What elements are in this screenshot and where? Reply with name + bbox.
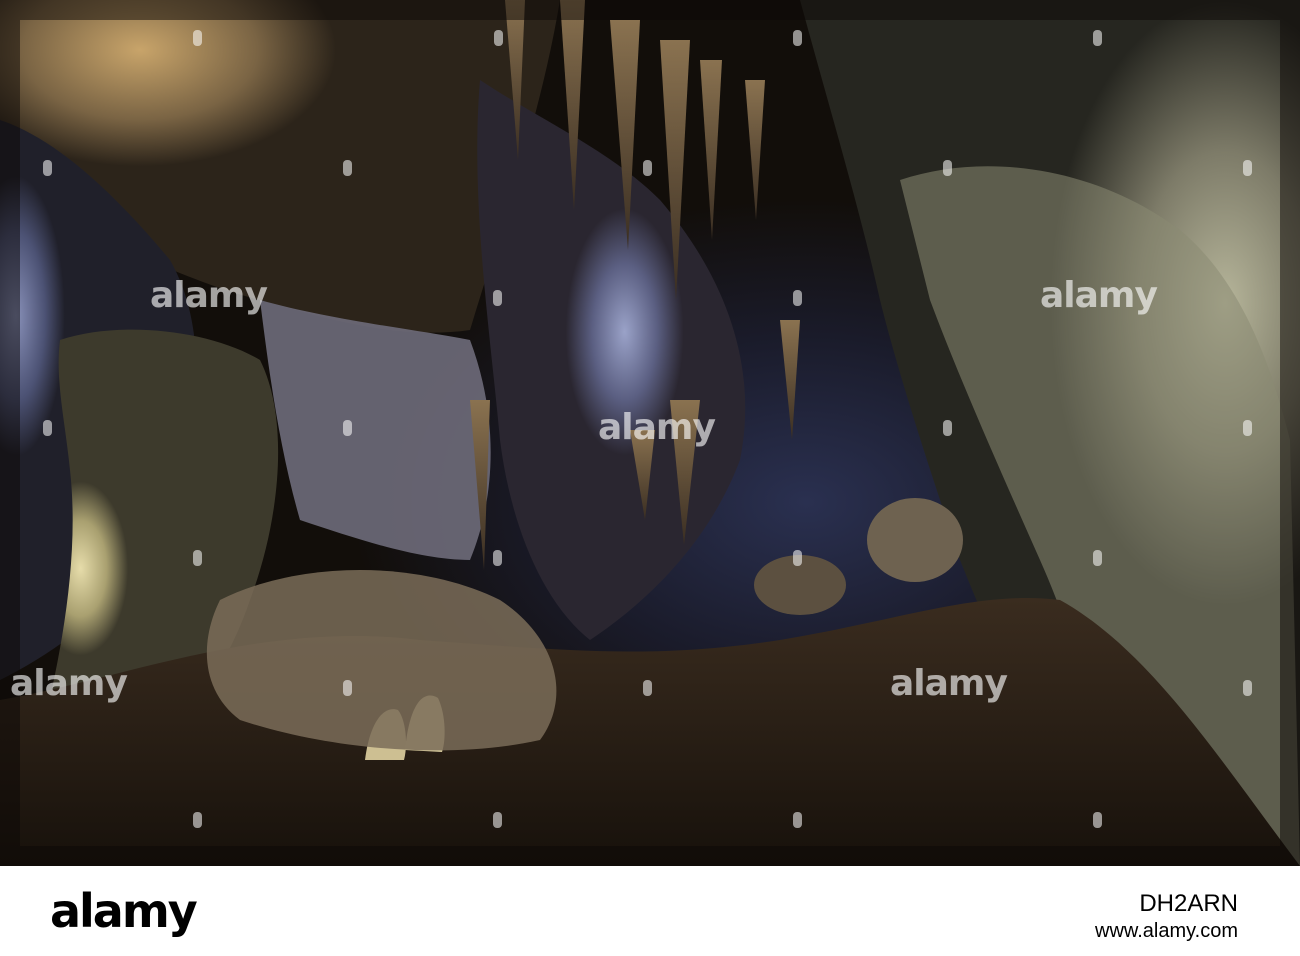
stock-photo-page: alamy alamy alamy alamy alamy alamy alam… <box>0 0 1300 956</box>
cave-photograph: alamy alamy alamy alamy alamy alamy alam… <box>0 0 1300 866</box>
alamy-logo: alamy <box>50 884 198 938</box>
cave-scene <box>0 0 1300 866</box>
boulder <box>754 555 846 615</box>
boulder <box>867 498 963 582</box>
site-url[interactable]: www.alamy.com <box>1095 920 1238 943</box>
stock-footer-bar: alamy DH2ARN www.alamy.com <box>0 866 1300 956</box>
image-code: DH2ARN <box>1139 890 1238 917</box>
